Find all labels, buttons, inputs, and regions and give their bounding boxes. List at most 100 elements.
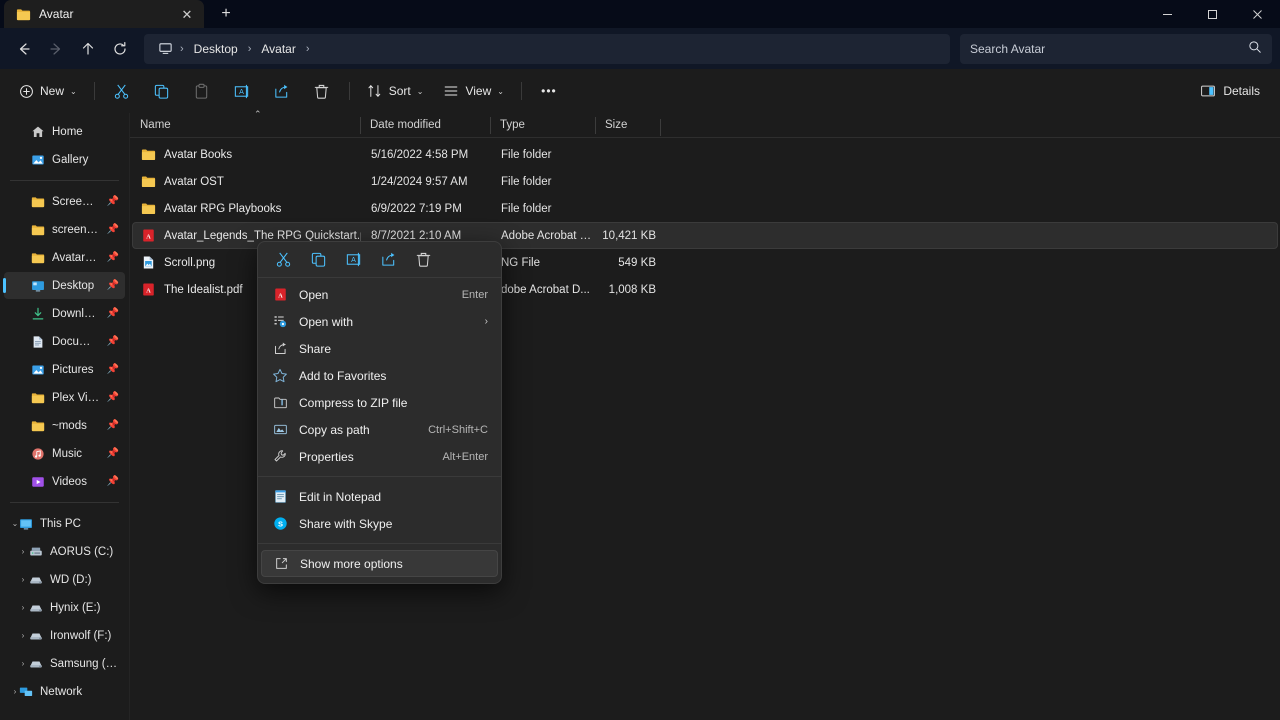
menu-item-compress-to-zip[interactable]: Compress to ZIP file [261, 389, 498, 416]
sidebar-item-documents[interactable]: Documents 📌 [4, 328, 125, 355]
sidebar-item-label: Hynix (E:) [50, 601, 101, 614]
menu-item-open-with[interactable]: Open with › [261, 308, 498, 335]
close-icon[interactable]: ✕ [178, 5, 196, 23]
sidebar-item-home[interactable]: Home [4, 118, 125, 145]
documents-icon [30, 334, 45, 349]
png-icon [141, 255, 156, 270]
file-date-cell: 5/16/2022 4:58 PM [371, 148, 469, 161]
menu-item-properties[interactable]: Properties Alt+Enter [261, 443, 498, 470]
cut-icon[interactable] [266, 246, 300, 274]
chevron-right-icon[interactable]: › [16, 650, 30, 677]
sidebar-item-screenshots[interactable]: Screenshots 📌 [4, 188, 125, 215]
chevron-right-icon[interactable]: › [8, 678, 22, 705]
pin-icon[interactable]: 📌 [107, 280, 119, 291]
view-button[interactable]: View ⌄ [434, 75, 513, 107]
delete-icon[interactable] [406, 246, 440, 274]
cut-button[interactable] [103, 75, 141, 107]
pin-icon[interactable]: 📌 [107, 308, 119, 319]
back-button[interactable] [8, 33, 40, 65]
sidebar-item-wd-d[interactable]: › WD (D:) [4, 566, 125, 593]
forward-button[interactable] [40, 33, 72, 65]
copy-icon[interactable] [301, 246, 335, 274]
menu-item-copy-as-path[interactable]: Copy as path Ctrl+Shift+C [261, 416, 498, 443]
table-row[interactable]: Avatar RPG Playbooks 6/9/2022 7:19 PM Fi… [132, 195, 1278, 222]
new-button[interactable]: New ⌄ [10, 75, 86, 107]
menu-item-add-to-favorites[interactable]: Add to Favorites [261, 362, 498, 389]
sidebar-item-samsung-s[interactable]: › Samsung (S:) [4, 650, 125, 677]
chevron-right-icon[interactable]: › [16, 566, 30, 593]
sidebar-item-videos[interactable]: Videos 📌 [4, 468, 125, 495]
tab-avatar[interactable]: Avatar ✕ [4, 0, 204, 28]
sidebar-item-screenshots-lower[interactable]: screenshots 📌 [4, 216, 125, 243]
column-header-type[interactable]: Type [490, 113, 595, 138]
pin-icon[interactable]: 📌 [107, 420, 119, 431]
sidebar-item-music[interactable]: Music 📌 [4, 440, 125, 467]
menu-item-share-with-skype[interactable]: S Share with Skype [261, 510, 498, 537]
breadcrumb-avatar[interactable]: Avatar [254, 39, 302, 59]
paste-button[interactable] [183, 75, 221, 107]
search-input[interactable] [970, 41, 1248, 56]
breadcrumb[interactable]: › Desktop › Avatar › [144, 33, 950, 64]
up-button[interactable] [72, 33, 104, 65]
sidebar-item-network[interactable]: › Network [4, 678, 125, 705]
menu-item-accelerator: Enter [461, 288, 488, 301]
pin-icon[interactable]: 📌 [107, 252, 119, 263]
column-header-date-modified[interactable]: Date modified [360, 113, 490, 138]
new-tab-button[interactable]: + [212, 1, 240, 27]
pin-icon[interactable]: 📌 [107, 448, 119, 459]
sidebar-item-this-pc[interactable]: ⌄ This PC [4, 510, 125, 537]
context-menu-toolbar: A [258, 242, 501, 278]
menu-item-open[interactable]: A Open Enter [261, 281, 498, 308]
sidebar-item-avatar-ost[interactable]: Avatar OST 📌 [4, 244, 125, 271]
menu-item-edit-in-notepad[interactable]: Edit in Notepad [261, 483, 498, 510]
pin-icon[interactable]: 📌 [107, 196, 119, 207]
sidebar-item-hynix-e[interactable]: › Hynix (E:) [4, 594, 125, 621]
sidebar-item-ironwolf-f[interactable]: › Ironwolf (F:) [4, 622, 125, 649]
minimize-icon[interactable] [1145, 0, 1190, 28]
sidebar-item-gallery[interactable]: Gallery [4, 146, 125, 173]
chevron-right-icon[interactable]: › [16, 622, 30, 649]
sidebar-item-aorus-c[interactable]: › AORUS (C:) [4, 538, 125, 565]
tab-strip: Avatar ✕ + [0, 0, 240, 28]
sort-button[interactable]: Sort ⌄ [358, 75, 433, 107]
menu-item-show-more-options[interactable]: Show more options [261, 550, 498, 577]
chevron-right-icon[interactable]: › [16, 594, 30, 621]
table-row[interactable]: Avatar OST 1/24/2024 9:57 AM File folder [132, 168, 1278, 195]
rename-button[interactable]: A [223, 75, 261, 107]
sidebar-item-pictures[interactable]: Pictures 📌 [4, 356, 125, 383]
sidebar-item-plex-videos[interactable]: Plex Videos 📌 [4, 384, 125, 411]
drive-system-icon [28, 544, 43, 559]
maximize-icon[interactable] [1190, 0, 1235, 28]
breadcrumb-dropdown-icon[interactable]: › [305, 43, 311, 55]
file-size-cell: 549 KB [618, 256, 656, 269]
copy-button[interactable] [143, 75, 181, 107]
chevron-down-icon[interactable]: ⌄ [8, 510, 22, 537]
pin-icon[interactable]: 📌 [107, 364, 119, 375]
column-header-name[interactable]: Name ⌃ [130, 109, 360, 138]
share-icon[interactable] [371, 246, 405, 274]
menu-item-label: Share [299, 341, 332, 356]
delete-button[interactable] [303, 75, 341, 107]
table-row[interactable]: Avatar Books 5/16/2022 4:58 PM File fold… [132, 141, 1278, 168]
sidebar-item-mods[interactable]: ~mods 📌 [4, 412, 125, 439]
menu-item-share[interactable]: Share [261, 335, 498, 362]
file-type-cell: NG File [501, 256, 540, 269]
close-icon[interactable] [1235, 0, 1280, 28]
breadcrumb-desktop[interactable]: Desktop [187, 39, 245, 59]
column-header-size[interactable]: Size [595, 113, 660, 138]
search-box[interactable] [960, 33, 1272, 64]
share-button[interactable] [263, 75, 301, 107]
chevron-right-icon[interactable]: › [16, 538, 30, 565]
pin-icon[interactable]: 📌 [107, 224, 119, 235]
pin-icon[interactable]: 📌 [107, 336, 119, 347]
search-icon[interactable] [1248, 40, 1262, 57]
refresh-button[interactable] [104, 33, 136, 65]
more-options-button[interactable]: ••• [530, 75, 568, 107]
pin-icon[interactable]: 📌 [107, 476, 119, 487]
rename-icon[interactable]: A [336, 246, 370, 274]
sidebar-item-desktop[interactable]: Desktop 📌 [3, 272, 125, 299]
sidebar-item-downloads[interactable]: Downloads 📌 [4, 300, 125, 327]
pin-icon[interactable]: 📌 [107, 392, 119, 403]
details-pane-button[interactable]: Details [1190, 75, 1270, 107]
gallery-icon [30, 152, 45, 167]
